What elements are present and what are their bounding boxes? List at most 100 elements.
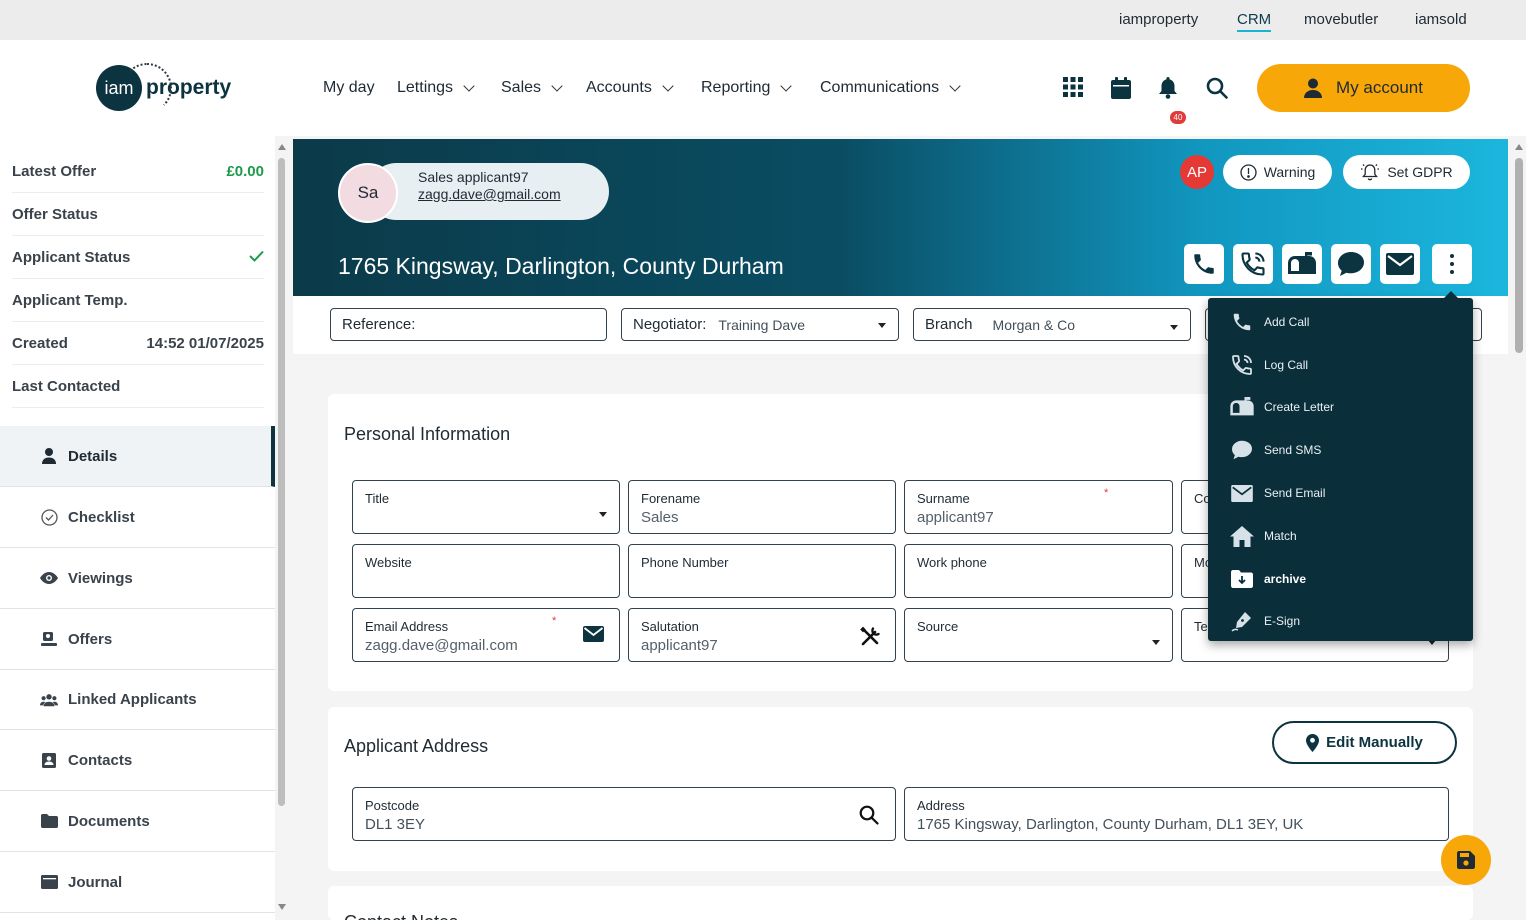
negotiator-select[interactable]: Negotiator: Training Dave: [621, 308, 899, 341]
reference-label: Reference:: [342, 316, 416, 333]
nav-reporting[interactable]: Reporting: [701, 79, 793, 97]
applicant-email-link[interactable]: zagg.dave@gmail.com: [418, 186, 561, 202]
warning-button[interactable]: Warning: [1223, 155, 1332, 189]
field-value: applicant97: [917, 509, 994, 526]
link-iamproperty[interactable]: iamproperty: [1119, 11, 1198, 28]
sidebar-item-contacts[interactable]: Contacts: [0, 730, 275, 791]
menu-item-log-call[interactable]: Log Call: [1230, 350, 1460, 380]
menu-item-send-sms[interactable]: Send SMS: [1230, 435, 1460, 465]
salutation-field[interactable]: Salutation applicant97: [628, 608, 896, 662]
chevron-down-icon: [662, 80, 674, 92]
search-icon[interactable]: [859, 805, 881, 827]
nav-accounts[interactable]: Accounts: [586, 79, 674, 97]
nav-label: My day: [323, 79, 375, 96]
nav-sales[interactable]: Sales: [501, 79, 563, 97]
link-crm[interactable]: CRM: [1237, 11, 1272, 32]
source-select[interactable]: Source: [904, 608, 1173, 662]
bell-icon[interactable]: [1158, 77, 1180, 99]
my-account-button[interactable]: My account: [1257, 64, 1470, 112]
scroll-up-icon[interactable]: [278, 144, 286, 150]
link-movebutler[interactable]: movebutler: [1304, 11, 1378, 28]
menu-item-send-email[interactable]: Send Email: [1230, 478, 1460, 508]
field-label: Title: [365, 491, 390, 506]
logo-ring: [122, 63, 172, 113]
field-value: applicant97: [641, 637, 718, 654]
save-button[interactable]: [1441, 835, 1491, 885]
set-gdpr-button[interactable]: Set GDPR: [1343, 155, 1470, 189]
phone-number-field[interactable]: Phone Number: [628, 544, 896, 598]
address-field[interactable]: Address 1765 Kingsway, Darlington, Count…: [904, 787, 1449, 841]
sidebar-item-documents[interactable]: Documents: [0, 791, 275, 852]
sidebar-item-label: Details: [68, 447, 118, 465]
edit-manually-button[interactable]: Edit Manually: [1272, 721, 1457, 764]
sidebar-item-label: Viewings: [68, 569, 133, 587]
branch-select[interactable]: Branch Morgan & Co: [913, 308, 1191, 341]
sidebar-scrollbar-thumb[interactable]: [278, 158, 285, 806]
field-value: DL1 3EY: [365, 816, 426, 833]
nav-label: Lettings: [397, 79, 454, 96]
caret-down-icon: [599, 512, 607, 517]
menu-item-create-letter[interactable]: Create Letter: [1230, 392, 1460, 422]
menu-item-add-call[interactable]: Add Call: [1230, 307, 1460, 337]
postcode-field[interactable]: Postcode DL1 3EY: [352, 787, 896, 841]
nav-lettings[interactable]: Lettings: [397, 79, 475, 97]
phone-icon: [1230, 310, 1254, 334]
summary-label: Applicant Status: [12, 248, 131, 266]
menu-item-archive[interactable]: archive: [1230, 564, 1460, 594]
bell-alert-icon: [1361, 164, 1380, 181]
log-call-button[interactable]: [1233, 244, 1273, 284]
branch-value: Morgan & Co: [992, 316, 1076, 333]
title-select[interactable]: Title: [352, 480, 620, 534]
scroll-up-icon[interactable]: [1515, 144, 1523, 150]
email-address-field[interactable]: Email Address * zagg.dave@gmail.com: [352, 608, 620, 662]
applicant-banner: Sa Sales applicant97 zagg.dave@gmail.com…: [293, 139, 1508, 296]
summary-last-contacted: Last Contacted: [12, 365, 264, 408]
logo[interactable]: iam property: [96, 63, 231, 113]
send-sms-button[interactable]: [1331, 244, 1371, 284]
sidebar-item-linked-applicants[interactable]: Linked Applicants: [0, 670, 275, 730]
calendar-icon[interactable]: [1111, 77, 1133, 99]
user-badge[interactable]: AP: [1180, 155, 1214, 189]
sidebar-item-details[interactable]: Details: [0, 426, 275, 487]
work-phone-field[interactable]: Work phone: [904, 544, 1173, 598]
caret-down-icon: [878, 323, 886, 328]
main-scrollbar-thumb[interactable]: [1515, 158, 1523, 353]
chevron-down-icon: [463, 80, 475, 92]
forename-field[interactable]: Forename Sales: [628, 480, 896, 534]
sidebar-scrollbar[interactable]: [277, 140, 286, 920]
website-field[interactable]: Website: [352, 544, 620, 598]
main-scrollbar[interactable]: [1512, 140, 1526, 920]
menu-item-e-sign[interactable]: E-Sign: [1230, 606, 1460, 636]
send-email-button[interactable]: [1380, 244, 1420, 284]
field-label: Salutation: [641, 619, 699, 634]
more-actions-button[interactable]: [1432, 244, 1472, 284]
nav-communications[interactable]: Communications: [820, 79, 961, 97]
sidebar-item-checklist[interactable]: Checklist: [0, 487, 275, 548]
edit-manually-label: Edit Manually: [1326, 734, 1423, 751]
summary-value: 14:52 01/07/2025: [146, 334, 264, 352]
envelope-icon[interactable]: [583, 626, 605, 648]
field-label: Work phone: [917, 555, 987, 570]
surname-field[interactable]: Surname * applicant97: [904, 480, 1173, 534]
summary-applicant-temp: Applicant Temp.: [12, 279, 264, 322]
field-label: Forename: [641, 491, 701, 506]
sidebar-item-journal[interactable]: Journal: [0, 852, 275, 913]
nav-label: Sales: [501, 79, 542, 96]
chat-icon: [1338, 252, 1364, 276]
create-letter-button[interactable]: [1282, 244, 1322, 284]
menu-item-label: Log Call: [1264, 358, 1309, 372]
menu-item-match[interactable]: Match: [1230, 521, 1460, 551]
sidebar-item-offers[interactable]: Offers: [0, 609, 275, 670]
link-iamsold[interactable]: iamsold: [1415, 11, 1467, 28]
reference-field[interactable]: Reference:: [330, 308, 607, 341]
summary-applicant-status: Applicant Status: [12, 236, 264, 279]
sidebar-item-viewings[interactable]: Viewings: [0, 548, 275, 609]
field-label: Phone Number: [641, 555, 729, 570]
tools-icon[interactable]: [859, 626, 881, 648]
save-icon: [1457, 851, 1475, 869]
call-button[interactable]: [1184, 244, 1224, 284]
scroll-down-icon[interactable]: [278, 904, 286, 910]
search-icon[interactable]: [1206, 77, 1228, 99]
apps-grid-icon[interactable]: [1063, 77, 1085, 99]
nav-my-day[interactable]: My day: [323, 79, 375, 97]
